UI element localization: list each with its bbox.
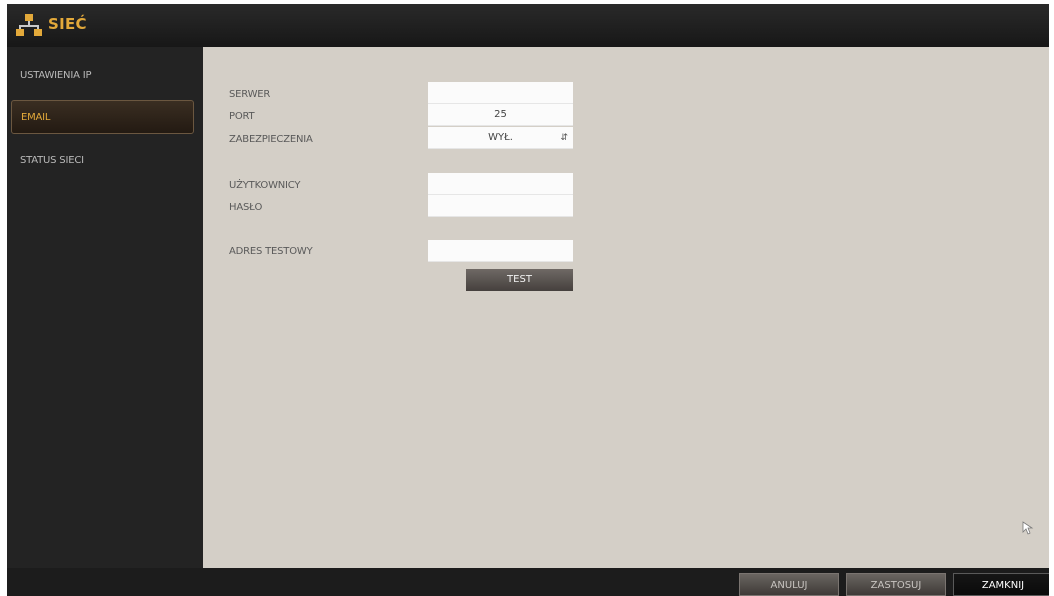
test-address-input[interactable] [428,240,573,262]
test-address-label: ADRES TESTOWY [229,246,313,257]
close-button[interactable]: ZAMKNIJ [953,573,1049,596]
email-settings-panel: SERWER PORT ZABEZPIECZENIA UŻYTKOWNICY H… [203,47,1049,568]
network-settings-window: SIEĆ USTAWIENIA IP EMAIL STATUS SIECI SE… [7,4,1049,596]
security-select[interactable]: WYŁ. ⇵ [428,127,573,149]
user-input[interactable] [428,173,573,195]
password-label: HASŁO [229,202,263,213]
updown-arrows-icon: ⇵ [560,133,568,143]
window-title: SIEĆ [48,15,87,33]
security-label: ZABEZPIECZENIA [229,134,313,145]
port-label: PORT [229,111,255,122]
user-label: UŻYTKOWNICY [229,180,301,191]
cancel-button[interactable]: ANULUJ [739,573,839,596]
sidebar-item-email[interactable]: EMAIL [11,100,194,134]
sidebar: USTAWIENIA IP EMAIL STATUS SIECI [7,47,203,568]
sidebar-item-ip-settings[interactable]: USTAWIENIA IP [11,59,194,93]
test-button[interactable]: TEST [466,269,573,291]
security-select-value: WYŁ. [488,132,513,143]
apply-button[interactable]: ZASTOSUJ [846,573,946,596]
footer-bar: ANULUJ ZASTOSUJ ZAMKNIJ [7,568,1049,596]
server-label: SERWER [229,89,271,100]
network-icon [16,14,42,36]
password-input[interactable] [428,195,573,217]
server-input[interactable] [428,82,573,104]
title-bar: SIEĆ [7,4,1049,47]
mouse-cursor-icon [1022,521,1034,535]
port-input[interactable]: 25 [428,104,573,126]
sidebar-item-network-status[interactable]: STATUS SIECI [11,144,194,178]
